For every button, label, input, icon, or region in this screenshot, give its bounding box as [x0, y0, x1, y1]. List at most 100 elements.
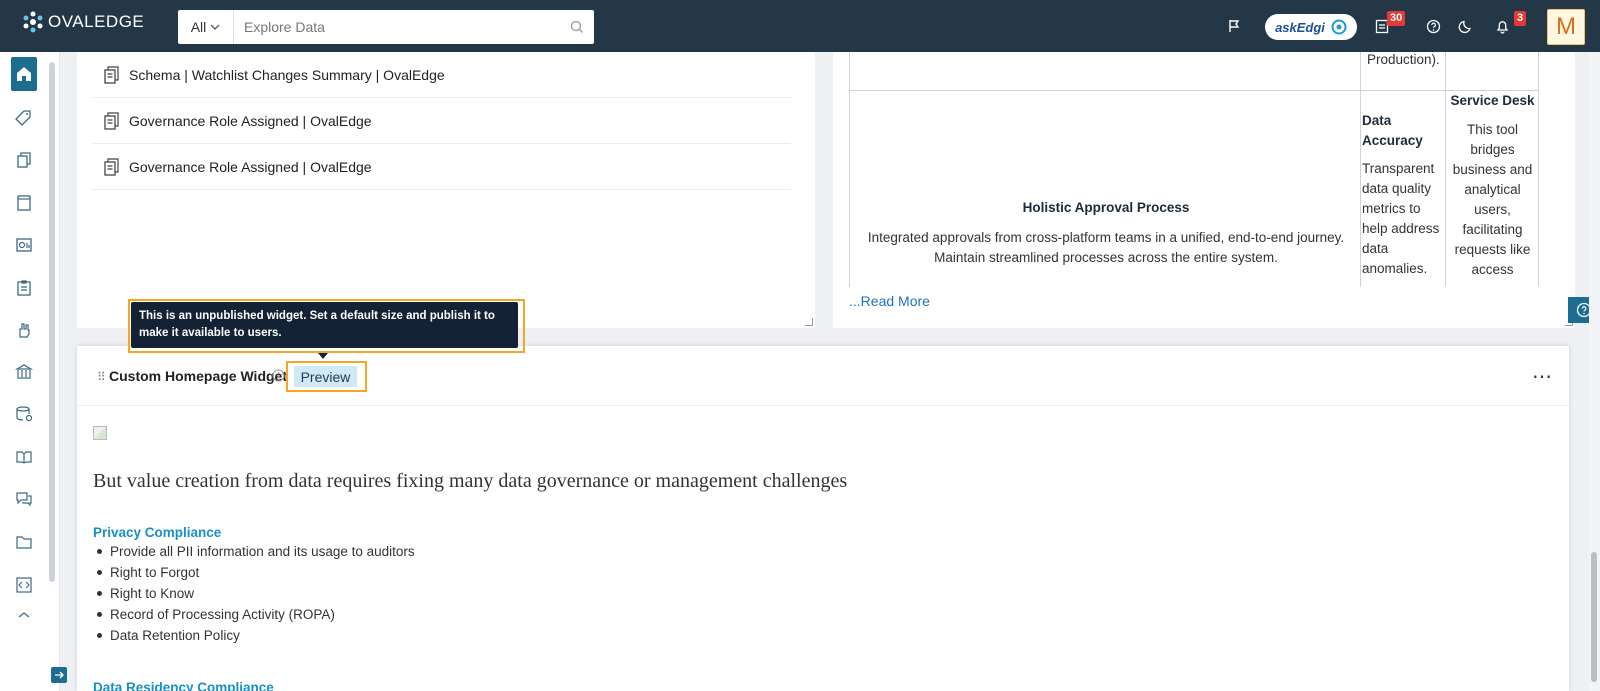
sidebar-item-stories[interactable] [12, 445, 36, 469]
search-scope-dropdown[interactable]: All [178, 10, 234, 44]
sidebar-item-messages[interactable] [12, 487, 36, 511]
report-icon [16, 238, 32, 252]
help-icon[interactable] [1423, 16, 1443, 36]
list-item-label: Governance Role Assigned | OvalEdge [129, 158, 372, 175]
document-icon [104, 65, 119, 84]
table-cell: Service Desk This tool bridges business … [1446, 91, 1539, 287]
widget-header: ⠿ Custom Homepage Widget Preview ⋯ [77, 346, 1569, 406]
sidebar-item-tags[interactable] [12, 106, 36, 130]
logo-mark-icon [22, 11, 44, 33]
sidebar-item-reports[interactable] [12, 233, 36, 257]
list-item[interactable]: Governance Role Assigned | OvalEdge [93, 98, 791, 144]
service-text: This tool bridges business and analytica… [1452, 122, 1533, 277]
data-residency-link[interactable]: Data Residency Compliance [93, 680, 274, 691]
info-icon[interactable] [272, 369, 285, 387]
ovaledge-logo[interactable]: OVALEDGE [22, 11, 144, 33]
chat-icon [16, 492, 32, 507]
list-item: Provide all PII information and its usag… [93, 541, 415, 562]
search-input[interactable] [234, 10, 560, 44]
top-bar: OVALEDGE All askEdgi 30 3 M [0, 0, 1600, 52]
tag-icon [15, 110, 31, 126]
more-options-icon[interactable]: ⋯ [1532, 364, 1553, 389]
tree-icon [18, 612, 30, 618]
left-sidebar [0, 52, 67, 691]
sidebar-item-projects[interactable] [12, 276, 36, 300]
tooltip-arrow [318, 353, 328, 359]
privacy-compliance-list: Provide all PII information and its usag… [93, 541, 415, 646]
sidebar-item-data-catalog[interactable] [12, 402, 36, 426]
search-scope-label: All [190, 19, 207, 35]
sidebar-item-home[interactable] [11, 57, 37, 91]
logo-text: OVALEDGE [48, 12, 145, 31]
askedgi-icon [1331, 19, 1347, 35]
list-item-label: Governance Role Assigned | OvalEdge [129, 112, 372, 129]
accuracy-text: Transparent data quality metrics to help… [1362, 161, 1440, 276]
unpublished-tooltip: This is an unpublished widget. Set a def… [131, 302, 518, 348]
accuracy-title: Data Accuracy [1362, 113, 1423, 148]
document-icon [104, 111, 119, 130]
table-cell: Holistic Approval Process Integrated app… [849, 91, 1361, 287]
code-icon [16, 577, 32, 593]
documents-icon [17, 152, 31, 168]
sidebar-scrollbar[interactable] [49, 62, 55, 582]
features-table: Production). Holistic Approval Process I… [849, 52, 1553, 287]
book-icon [17, 195, 31, 211]
search-bar: All [178, 10, 594, 44]
sidebar-expand-button[interactable] [51, 667, 67, 683]
table-cell: Data Accuracy Transparent data quality m… [1361, 91, 1446, 287]
sidebar-item-access[interactable] [12, 318, 36, 342]
recent-documents-card: Schema | Watchlist Changes Summary | Ova… [77, 52, 815, 328]
sidebar-item-governance[interactable] [12, 360, 36, 384]
sidebar-item-documents[interactable] [12, 148, 36, 172]
table-cell: Production). [1361, 52, 1446, 91]
list-item-label: Schema | Watchlist Changes Summary | Ova… [129, 66, 445, 83]
database-icon [16, 406, 33, 422]
hand-icon [19, 323, 30, 338]
flag-icon[interactable] [1224, 16, 1244, 36]
list-item: Right to Know [93, 583, 415, 604]
table-cell [1446, 52, 1539, 91]
list-item: Right to Forgot [93, 562, 415, 583]
chevron-down-icon [210, 24, 220, 30]
approval-title: Holistic Approval Process [1022, 200, 1190, 215]
custom-homepage-widget: ⠿ Custom Homepage Widget Preview ⋯ But v… [77, 346, 1569, 691]
drag-handle-icon[interactable]: ⠿ [97, 370, 106, 384]
service-title: Service Desk [1450, 93, 1535, 108]
dark-mode-icon[interactable] [1455, 16, 1475, 36]
features-card: Production). Holistic Approval Process I… [833, 52, 1575, 328]
resize-handle[interactable] [805, 318, 813, 326]
askedgi-button[interactable]: askEdgi [1265, 14, 1357, 40]
widget-heading: But value creation from data requires fi… [93, 470, 848, 492]
askedgi-label: askEdgi [1275, 19, 1325, 35]
notifications-badge: 3 [1514, 11, 1527, 26]
list-item: Data Retention Policy [93, 625, 415, 646]
cell-text: Production). [1367, 52, 1440, 67]
arrow-right-icon [55, 671, 64, 679]
user-avatar[interactable]: M [1547, 9, 1585, 45]
open-book-icon [16, 451, 32, 464]
widget-title: Custom Homepage Widget [109, 368, 287, 384]
sidebar-item-query[interactable] [12, 573, 36, 597]
tasks-badge: 30 [1387, 11, 1406, 26]
read-more-link[interactable]: ...Read More [849, 293, 930, 309]
scrollbar-thumb[interactable] [1591, 552, 1597, 682]
broken-image-icon [93, 426, 107, 440]
sidebar-item-glossary[interactable] [12, 191, 36, 215]
bank-icon [15, 364, 33, 379]
approval-text: Integrated approvals from cross-platform… [867, 230, 1345, 265]
list-item: Record of Processing Activity (ROPA) [93, 604, 415, 625]
preview-button[interactable]: Preview [294, 366, 357, 387]
document-icon [104, 157, 119, 176]
search-icon[interactable] [560, 20, 594, 34]
list-item[interactable]: Schema | Watchlist Changes Summary | Ova… [93, 52, 791, 98]
home-icon [17, 67, 31, 81]
privacy-compliance-link[interactable]: Privacy Compliance [93, 525, 221, 540]
list-item[interactable]: Governance Role Assigned | OvalEdge [93, 144, 791, 190]
main-scrollbar[interactable] [1589, 52, 1600, 691]
clipboard-icon [17, 280, 31, 296]
sidebar-item-lineage[interactable] [12, 610, 36, 624]
table-cell [849, 52, 1361, 91]
sidebar-item-files[interactable] [12, 530, 36, 554]
folder-icon [16, 536, 32, 549]
bell-icon[interactable] [1492, 16, 1512, 36]
